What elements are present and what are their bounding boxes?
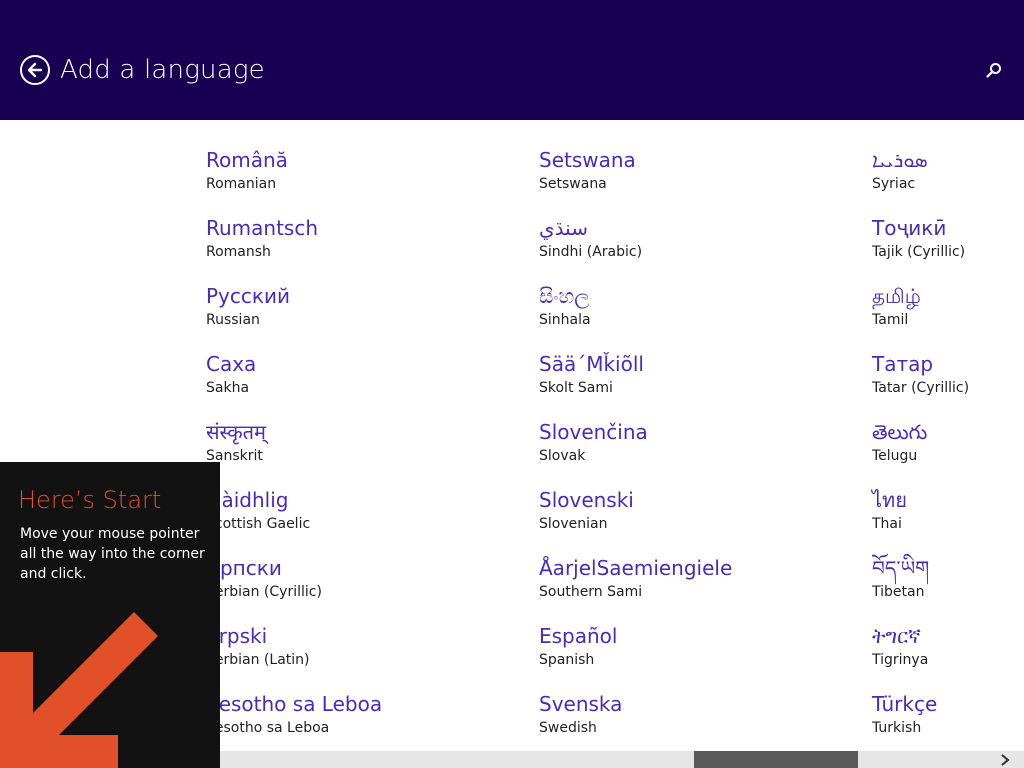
tip-title: Here’s Start — [18, 486, 162, 514]
search-icon — [986, 63, 1001, 78]
language-item-serbian-latin[interactable]: Srpski Serbian (Latin) — [206, 622, 526, 682]
language-item-tajik-cyrillic[interactable]: Тоҷикӣ Tajik (Cyrillic) — [872, 214, 1024, 274]
language-item-tibetan[interactable]: བོད་ཡིག Tibetan — [872, 554, 1024, 614]
language-native-name: ไทย — [872, 488, 907, 512]
language-english-name: Sindhi (Arabic) — [539, 244, 643, 260]
language-native-name: Español — [539, 624, 618, 648]
language-english-name: Sakha — [206, 380, 250, 396]
language-english-name: Slovenian — [539, 516, 608, 532]
language-english-name: Sesotho sa Leboa — [206, 720, 330, 736]
language-item-sinhala[interactable]: සිංහල Sinhala — [539, 282, 859, 342]
page-title: Add a language — [60, 55, 265, 85]
language-native-name: Sesotho sa Leboa — [206, 692, 383, 716]
language-item-slovenian[interactable]: Slovenski Slovenian — [539, 486, 859, 546]
language-english-name: Syriac — [872, 176, 916, 192]
language-english-name: Skolt Sami — [539, 380, 613, 396]
language-english-name: Serbian (Latin) — [206, 652, 310, 668]
language-native-name: Slovenčina — [539, 420, 648, 444]
language-item-turkish[interactable]: Türkçe Turkish — [872, 690, 1024, 750]
language-native-name: සිංහල — [539, 284, 590, 308]
language-english-name: Thai — [872, 516, 902, 532]
chevron-right-icon — [1001, 753, 1010, 766]
language-english-name: Telugu — [872, 448, 918, 464]
language-item-romansh[interactable]: Rumantsch Romansh — [206, 214, 526, 274]
language-native-name: ትግርኛ — [872, 624, 921, 648]
language-item-sakha[interactable]: Саха Sakha — [206, 350, 526, 410]
language-native-name: Srpski — [206, 624, 268, 648]
language-english-name: Tigrinya — [872, 652, 929, 668]
language-item-sanskrit[interactable]: संस्कृतम् Sanskrit — [206, 418, 526, 478]
back-arrow-circle-icon — [27, 62, 43, 78]
language-native-name: தமிழ் — [872, 284, 921, 308]
language-item-syriac[interactable]: ܣܘܪܝܝܐ Syriac — [872, 146, 1024, 206]
language-native-name: ܣܘܪܝܝܐ — [872, 148, 928, 172]
language-native-name: سنڌي — [539, 216, 588, 240]
language-english-name: Sanskrit — [206, 448, 263, 464]
start-tip-panel: Here’s Start Move your mouse pointer all… — [0, 462, 220, 768]
language-item-sindhi-arabic[interactable]: سنڌي Sindhi (Arabic) — [539, 214, 859, 274]
app-header: Add a language — [0, 0, 1024, 120]
language-english-name: Turkish — [872, 720, 922, 736]
language-native-name: संस्कृतम् — [206, 420, 267, 444]
language-english-name: Sinhala — [539, 312, 591, 328]
back-button[interactable] — [20, 55, 50, 85]
language-english-name: Tibetan — [872, 584, 925, 600]
scrollbar-thumb[interactable] — [694, 751, 858, 768]
language-native-name: བོད་ཡིག — [872, 556, 930, 580]
language-english-name: Romansh — [206, 244, 271, 260]
language-english-name: Spanish — [539, 652, 595, 668]
language-english-name: Romanian — [206, 176, 277, 192]
language-item-slovak[interactable]: Slovenčina Slovak — [539, 418, 859, 478]
language-native-name: Татар — [872, 352, 934, 376]
language-item-setswana[interactable]: Setswana Setswana — [539, 146, 859, 206]
language-english-name: Southern Sami — [539, 584, 643, 600]
language-english-name: Scottish Gaelic — [206, 516, 311, 532]
language-item-scottish-gaelic[interactable]: Gàidhlig Scottish Gaelic — [206, 486, 526, 546]
language-native-name: Sää´Mǩiõll — [539, 352, 644, 376]
corner-arrow-icon — [0, 612, 158, 768]
language-item-romanian[interactable]: Română Romanian — [206, 146, 526, 206]
language-native-name: Română — [206, 148, 288, 172]
search-button[interactable] — [984, 60, 1004, 80]
language-item-russian[interactable]: Русский Russian — [206, 282, 526, 342]
language-item-skolt-sami[interactable]: Sää´Mǩiõll Skolt Sami — [539, 350, 859, 410]
language-native-name: Setswana — [539, 148, 636, 172]
language-native-name: Slovenski — [539, 488, 634, 512]
language-english-name: Slovak — [539, 448, 586, 464]
language-native-name: Gàidhlig — [206, 488, 289, 512]
language-item-tigrinya[interactable]: ትግርኛ Tigrinya — [872, 622, 1024, 682]
language-english-name: Swedish — [539, 720, 597, 736]
language-english-name: Tatar (Cyrillic) — [872, 380, 970, 396]
language-item-southern-sami[interactable]: ÅarjelSaemiengiele Southern Sami — [539, 554, 859, 614]
language-english-name: Russian — [206, 312, 260, 328]
language-native-name: Русский — [206, 284, 290, 308]
language-native-name: Српски — [206, 556, 282, 580]
language-native-name: ÅarjelSaemiengiele — [539, 556, 733, 580]
language-item-spanish[interactable]: Español Spanish — [539, 622, 859, 682]
horizontal-scrollbar[interactable] — [220, 751, 1024, 768]
language-native-name: Тоҷикӣ — [872, 216, 947, 240]
language-item-thai[interactable]: ไทย Thai — [872, 486, 1024, 546]
language-english-name: Tamil — [872, 312, 909, 328]
language-item-sesotho-sa-leboa[interactable]: Sesotho sa Leboa Sesotho sa Leboa — [206, 690, 526, 750]
language-native-name: Rumantsch — [206, 216, 319, 240]
scroll-right-button[interactable] — [994, 751, 1016, 768]
tip-body: Move your mouse pointer all the way into… — [20, 526, 205, 582]
language-native-name: Türkçe — [872, 692, 938, 716]
language-english-name: Serbian (Cyrillic) — [206, 584, 322, 600]
language-native-name: తెలుగు — [872, 420, 928, 444]
language-item-serbian-cyrillic[interactable]: Српски Serbian (Cyrillic) — [206, 554, 526, 614]
language-item-telugu[interactable]: తెలుగు Telugu — [872, 418, 1024, 478]
language-item-tatar-cyrillic[interactable]: Татар Tatar (Cyrillic) — [872, 350, 1024, 410]
language-english-name: Setswana — [539, 176, 607, 192]
language-item-swedish[interactable]: Svenska Swedish — [539, 690, 859, 750]
language-native-name: Svenska — [539, 692, 623, 716]
language-english-name: Tajik (Cyrillic) — [872, 244, 966, 260]
language-item-tamil[interactable]: தமிழ் Tamil — [872, 282, 1024, 342]
language-native-name: Саха — [206, 352, 257, 376]
